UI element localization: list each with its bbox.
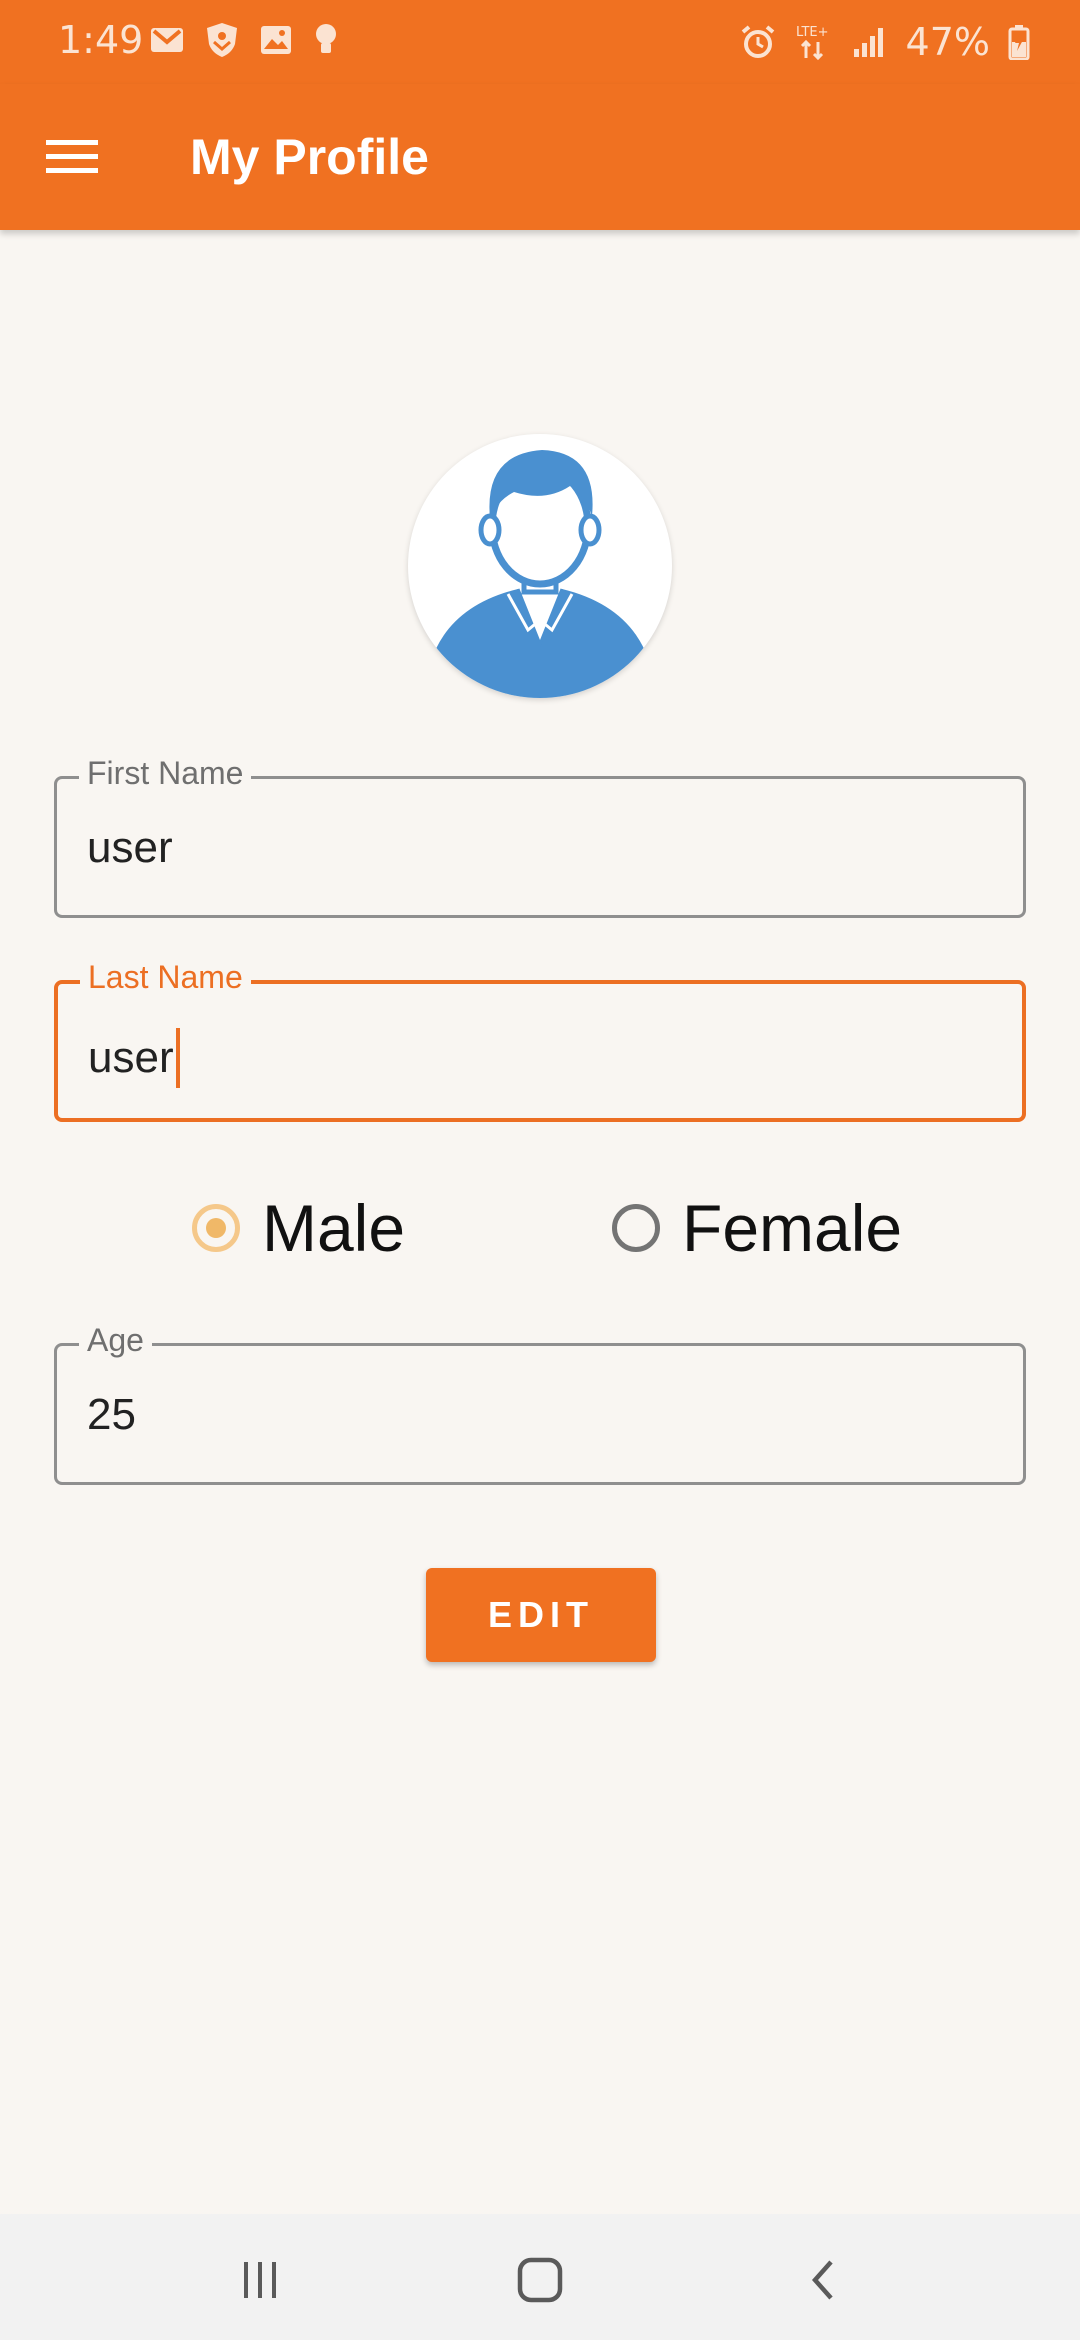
menu-button[interactable] (36, 126, 108, 188)
radio-male[interactable]: Male (192, 1190, 405, 1266)
last-name-input: user (88, 1028, 180, 1088)
radio-male-label: Male (262, 1191, 406, 1265)
edit-button[interactable]: EDIT (426, 1568, 656, 1662)
last-name-field[interactable]: Last Name user (54, 959, 1026, 1122)
first-name-value: user (87, 823, 173, 872)
hamburger-menu-icon (46, 140, 98, 173)
page-title: My Profile (190, 129, 429, 185)
age-label: Age (79, 1322, 152, 1359)
battery-charging-icon (1008, 25, 1030, 60)
last-name-value: user (88, 1033, 174, 1082)
user-avatar-icon (430, 450, 650, 698)
back-button[interactable] (792, 2250, 852, 2310)
back-icon (811, 2260, 833, 2300)
radio-selected-dot (206, 1218, 226, 1238)
avatar (408, 434, 672, 698)
lte-plus-icon: LTE+ (796, 25, 829, 61)
first-name-label: First Name (79, 755, 252, 792)
svg-text:LTE+: LTE+ (796, 25, 829, 40)
text-cursor (175, 1028, 180, 1088)
home-icon (517, 2257, 563, 2303)
app-bar: My Profile (0, 84, 1080, 230)
age-field[interactable]: Age 25 (54, 1322, 1026, 1485)
last-name-label: Last Name (80, 959, 251, 996)
battery-percent: 47% (905, 20, 990, 64)
radio-female-circle (612, 1204, 660, 1252)
recent-apps-button[interactable] (230, 2250, 290, 2310)
radio-male-circle (192, 1204, 240, 1252)
status-notification-icons (150, 22, 338, 58)
radio-female[interactable]: Female (612, 1190, 902, 1266)
bulb-icon (316, 24, 336, 53)
age-value: 25 (87, 1390, 136, 1439)
home-button[interactable] (510, 2250, 570, 2310)
status-bar: 1:49 LTE+ 47% (0, 0, 1080, 84)
gmail-icon (151, 28, 183, 52)
status-time: 1:49 (58, 18, 144, 62)
status-system-icons: LTE+ 47% (740, 20, 1030, 64)
radio-female-label: Female (682, 1191, 903, 1265)
recent-apps-icon (244, 2262, 276, 2298)
gallery-icon (261, 26, 291, 54)
signal-icon (853, 28, 883, 57)
system-nav-bar (0, 2214, 1080, 2340)
alarm-icon (741, 25, 774, 58)
shield-app-icon (207, 23, 237, 57)
first-name-field[interactable]: First Name user (54, 755, 1026, 918)
